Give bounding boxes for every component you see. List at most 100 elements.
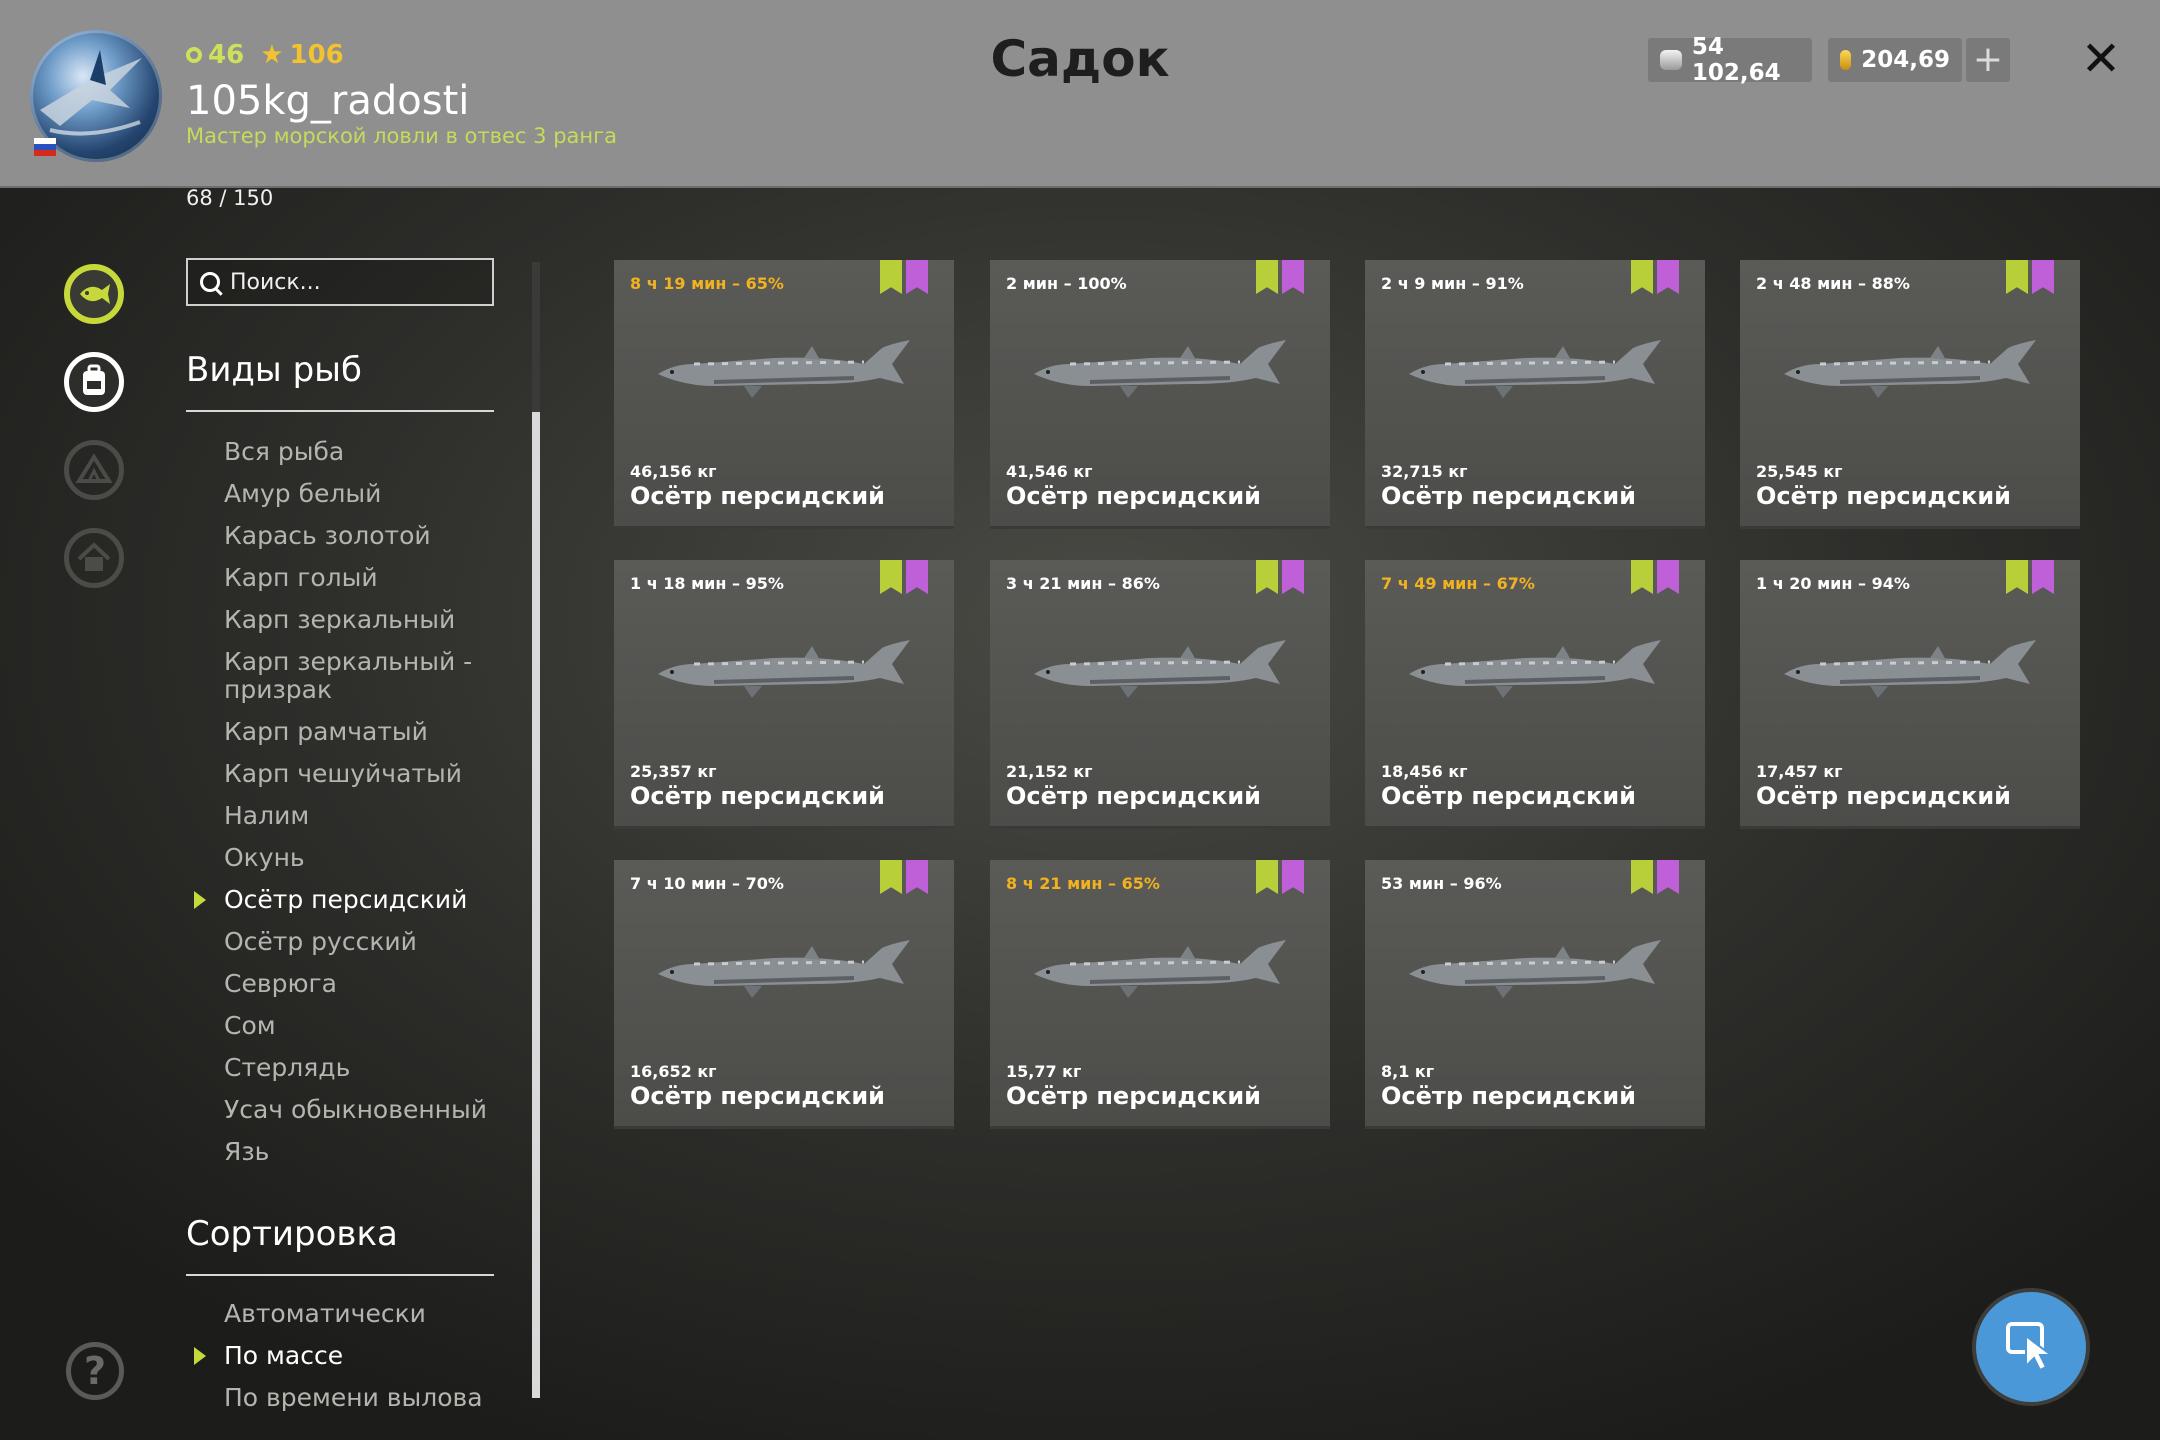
flag-icon [34,138,56,156]
fish-card[interactable]: 8 ч 21 мин – 65% 15,77 кг Осётр персидский [990,860,1330,1126]
fish-name: Осётр персидский [630,782,885,810]
star-bookmark-icon[interactable] [1282,860,1304,894]
checkmark-bookmark-icon[interactable] [880,860,902,894]
nav-camp-tent-icon[interactable] [64,440,124,500]
star-bookmark-icon[interactable] [2032,260,2054,294]
fish-name: Осётр персидский [1006,1082,1261,1110]
checkmark-bookmark-icon[interactable] [2006,260,2028,294]
level-badge: 46 [186,40,244,70]
star-bookmark-icon[interactable] [906,860,928,894]
nav-keepnet-fish-icon[interactable] [64,264,124,324]
search-input[interactable] [228,268,482,296]
species-item[interactable]: Карась золотой [224,522,514,550]
fish-name: Осётр персидский [1381,1082,1636,1110]
fish-card[interactable]: 7 ч 49 мин – 67% 18,456 кг Осётр персидски… [1365,560,1705,826]
add-currency-button[interactable]: + [1966,38,2010,82]
sort-option[interactable]: Автоматически [224,1300,514,1328]
fish-name: Осётр персидский [630,482,885,510]
gold-amount: 204,69 [1861,47,1950,73]
header-bar: 46 ★ 106 105kg_radosti Мастер морской ло… [0,0,2160,188]
sturgeon-image [654,334,914,408]
close-button[interactable]: ✕ [2078,35,2124,83]
fish-weight: 41,546 кг [1006,462,1093,481]
species-item[interactable]: Карп рамчатый [224,718,514,746]
star-bookmark-icon[interactable] [906,260,928,294]
species-item[interactable]: Севрюга [224,970,514,998]
stars-value: 106 [289,40,344,70]
star-bookmark-icon[interactable] [1657,260,1679,294]
fish-weight: 46,156 кг [630,462,717,481]
fish-weight: 32,715 кг [1381,462,1468,481]
species-item[interactable]: Осётр персидский [194,886,514,914]
sturgeon-image [1405,634,1665,708]
species-item[interactable]: Осётр русский [224,928,514,956]
fish-card[interactable]: 7 ч 10 мин – 70% 16,652 кг Осётр персидски… [614,860,954,1126]
star-bookmark-icon[interactable] [2032,560,2054,594]
search-box[interactable] [186,258,494,306]
checkmark-bookmark-icon[interactable] [880,260,902,294]
species-item[interactable]: Окунь [224,844,514,872]
species-divider [186,410,494,412]
sort-option[interactable]: По времени вылова [224,1384,514,1412]
sidebar-scrollbar-thumb[interactable] [532,412,540,1398]
level-ring-icon [186,47,202,63]
fish-name: Осётр персидский [1756,482,2011,510]
sturgeon-image [654,934,914,1008]
catch-time-freshness: 1 ч 18 мин – 95% [630,574,784,593]
species-item[interactable]: Карп голый [224,564,514,592]
star-bookmark-icon[interactable] [1657,860,1679,894]
checkmark-bookmark-icon[interactable] [1256,860,1278,894]
fish-weight: 25,545 кг [1756,462,1843,481]
fish-card[interactable]: 8 ч 19 мин – 65% 46,156 кг Осётр персидски… [614,260,954,526]
star-bookmark-icon[interactable] [906,560,928,594]
species-item[interactable]: Амур белый [224,480,514,508]
sturgeon-image [1030,634,1290,708]
fish-weight: 25,357 кг [630,762,717,781]
sturgeon-image [1030,334,1290,408]
checkmark-bookmark-icon[interactable] [2006,560,2028,594]
species-item[interactable]: Стерлядь [224,1054,514,1082]
fish-card[interactable]: 2 ч 48 мин – 88% 25,545 кг Осётр персидски… [1740,260,2080,526]
checkmark-bookmark-icon[interactable] [880,560,902,594]
fish-card[interactable]: 2 мин – 100% 41,546 кг Осётр персидский [990,260,1330,526]
catch-time-freshness: 3 ч 21 мин – 86% [1006,574,1160,593]
checkmark-bookmark-icon[interactable] [1256,560,1278,594]
sort-option[interactable]: По массе [194,1342,514,1370]
species-item[interactable]: Карп зеркальный - призрак [224,648,514,704]
nav-home-icon[interactable] [64,528,124,588]
species-item[interactable]: Вся рыба [224,438,514,466]
fish-card[interactable]: 53 мин – 96% 8,1 кг Осётр персидский [1365,860,1705,1126]
catch-time-freshness: 2 ч 9 мин – 91% [1381,274,1524,293]
species-item[interactable]: Карп зеркальный [224,606,514,634]
fish-name: Осётр персидский [630,1082,885,1110]
catch-time-freshness: 7 ч 10 мин – 70% [630,874,784,893]
fish-card[interactable]: 1 ч 18 мин – 95% 25,357 кг Осётр персидски… [614,560,954,826]
fish-name: Осётр персидский [1006,782,1261,810]
checkmark-bookmark-icon[interactable] [1631,560,1653,594]
fish-card[interactable]: 3 ч 21 мин – 86% 21,152 кг Осётр персидски… [990,560,1330,826]
star-icon: ★ [260,40,284,70]
checkmark-bookmark-icon[interactable] [1256,260,1278,294]
species-item[interactable]: Усач обыкновенный [224,1096,514,1124]
silver-amount: 54 102,64 [1691,34,1781,86]
help-question-icon[interactable]: ? [66,1342,124,1400]
catch-time-freshness: 8 ч 21 мин – 65% [1006,874,1160,893]
fish-card[interactable]: 2 ч 9 мин – 91% 32,715 кг Осётр персидский [1365,260,1705,526]
checkmark-bookmark-icon[interactable] [1631,860,1653,894]
star-bookmark-icon[interactable] [1657,560,1679,594]
star-bookmark-icon[interactable] [1282,260,1304,294]
star-bookmark-icon[interactable] [1282,560,1304,594]
species-item[interactable]: Сом [224,1012,514,1040]
species-item[interactable]: Язь [224,1138,514,1166]
fish-card[interactable]: 1 ч 20 мин – 94% 17,457 кг Осётр персидски… [1740,560,2080,826]
checkmark-bookmark-icon[interactable] [1631,260,1653,294]
nav-inventory-backpack-icon[interactable] [64,352,124,412]
species-item[interactable]: Налим [224,802,514,830]
species-item[interactable]: Карп чешуйчатый [224,760,514,788]
sturgeon-image [1030,934,1290,1008]
catch-time-freshness: 7 ч 49 мин – 67% [1381,574,1535,593]
fish-weight: 17,457 кг [1756,762,1843,781]
player-stats: 46 ★ 106 [186,40,344,70]
cursor-mode-button[interactable] [1976,1292,2086,1402]
catch-time-freshness: 2 мин – 100% [1006,274,1127,293]
